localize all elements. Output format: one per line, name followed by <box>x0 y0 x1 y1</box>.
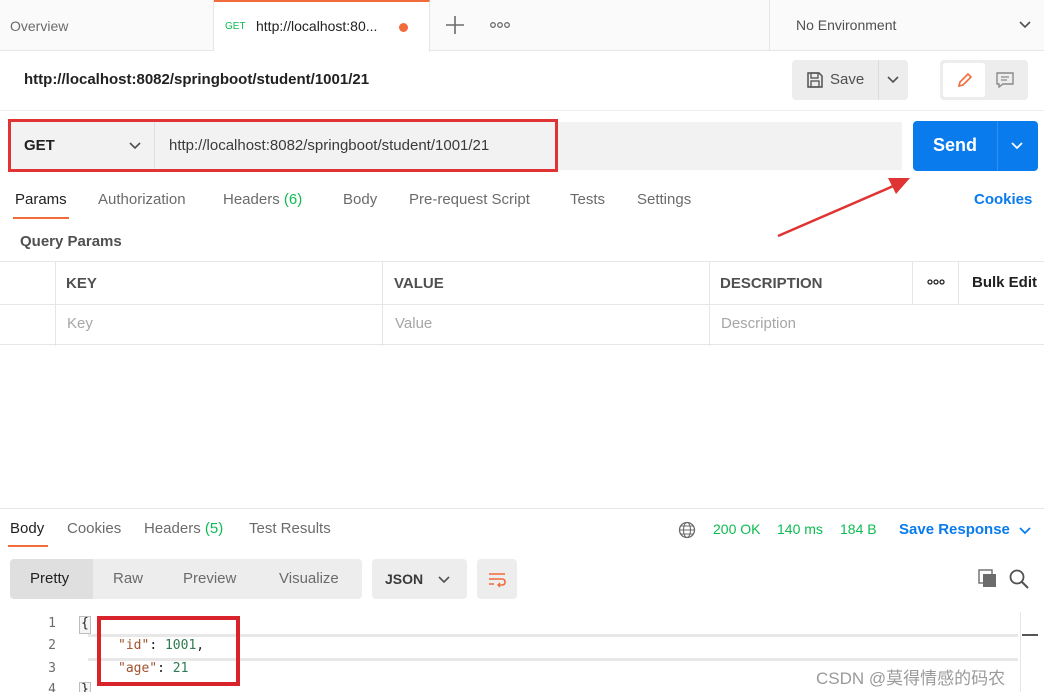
headers-count: (6) <box>283 191 303 208</box>
response-tab-body[interactable]: Body <box>10 520 44 537</box>
tab-active-request[interactable]: GET http://localhost:80... <box>214 0 430 52</box>
send-label: Send <box>933 135 978 155</box>
view-pretty-label: Pretty <box>30 570 70 587</box>
column-header-value: VALUE <box>394 275 444 292</box>
response-time: 140 ms <box>777 521 823 537</box>
bulk-edit-button[interactable]: Bulk Edit <box>972 274 1037 291</box>
view-preview-button[interactable]: Preview <box>183 570 236 587</box>
response-tab-headers-label: Headers <box>144 520 201 537</box>
scrollbar-marker <box>1022 634 1038 636</box>
save-response-button[interactable]: Save Response <box>899 521 1010 538</box>
annotation-highlight-box <box>97 616 240 686</box>
query-params-title: Query Params <box>20 233 122 250</box>
send-divider <box>997 121 998 171</box>
save-button[interactable]: Save <box>792 60 908 100</box>
tab-method-label: GET <box>225 21 246 32</box>
tab-authorization[interactable]: Authorization <box>98 191 186 208</box>
params-header-row <box>0 262 1044 305</box>
unsaved-indicator-icon <box>399 23 408 32</box>
chevron-down-icon <box>438 576 450 584</box>
view-visualize-button[interactable]: Visualize <box>279 570 339 587</box>
annotation-highlight-box <box>8 119 558 172</box>
tab-body[interactable]: Body <box>343 191 377 208</box>
format-label: JSON <box>385 571 424 587</box>
response-headers-count: (5) <box>204 520 224 537</box>
line-number: 2 <box>48 638 56 653</box>
brace-match: { <box>79 616 91 634</box>
value-input[interactable]: Value <box>395 315 432 332</box>
active-tab-indicator <box>8 545 48 547</box>
tab-options-button[interactable] <box>488 14 512 36</box>
chevron-down-icon[interactable] <box>1010 139 1024 153</box>
view-mode-group: Pretty Raw Preview Visualize <box>10 559 362 599</box>
line-number: 3 <box>48 661 56 676</box>
tab-headers-label: Headers <box>223 191 280 208</box>
line-number: 1 <box>48 616 56 631</box>
send-button[interactable]: Send <box>913 121 1038 171</box>
divider <box>0 110 1044 111</box>
chevron-down-icon[interactable] <box>1018 524 1032 538</box>
tab-overview[interactable]: Overview <box>0 0 214 51</box>
active-tab-indicator <box>13 217 69 219</box>
save-icon <box>807 72 823 88</box>
wrap-lines-icon <box>489 573 506 588</box>
json-close-brace: } <box>81 682 89 692</box>
response-tab-test-results[interactable]: Test Results <box>249 520 331 537</box>
tab-pre-request-script[interactable]: Pre-request Script <box>409 191 530 208</box>
column-divider <box>958 262 959 304</box>
tab-tests[interactable]: Tests <box>570 191 605 208</box>
column-divider <box>912 262 913 304</box>
save-label: Save <box>830 71 865 88</box>
comment-icon[interactable] <box>995 71 1015 89</box>
chevron-down-icon[interactable] <box>886 73 900 87</box>
response-tab-cookies[interactable]: Cookies <box>67 520 121 537</box>
tab-overview-label: Overview <box>10 18 69 34</box>
params-table: KEY VALUE DESCRIPTION Bulk Edit Key Valu… <box>0 261 1044 346</box>
wrap-lines-button[interactable] <box>477 559 517 599</box>
line-number: 4 <box>48 682 56 692</box>
tab-headers[interactable]: Headers (6) <box>223 191 302 208</box>
tab-settings[interactable]: Settings <box>637 191 691 208</box>
response-divider <box>0 508 1044 509</box>
status-code: 200 OK <box>713 521 761 537</box>
view-pretty-button[interactable]: Pretty <box>10 559 93 599</box>
column-divider <box>382 262 383 346</box>
more-horizontal-icon <box>490 22 510 28</box>
view-mode-toggle <box>940 60 1028 100</box>
tab-url-label: http://localhost:80... <box>256 18 378 34</box>
more-horizontal-icon[interactable] <box>926 276 946 288</box>
json-open-brace: { <box>81 616 89 631</box>
key-input[interactable]: Key <box>67 315 93 332</box>
save-divider <box>878 60 879 100</box>
view-raw-button[interactable]: Raw <box>113 570 143 587</box>
format-select[interactable]: JSON <box>372 559 467 599</box>
description-input[interactable]: Description <box>721 315 796 332</box>
environment-select[interactable]: No Environment <box>769 0 1044 51</box>
column-divider <box>55 262 56 346</box>
column-divider <box>709 262 710 346</box>
watermark: CSDN @莫得情感的码农 <box>816 669 1006 688</box>
request-title: http://localhost:8082/springboot/student… <box>24 71 370 88</box>
new-tab-button[interactable] <box>444 14 466 36</box>
chevron-down-icon <box>1019 21 1031 29</box>
column-header-key: KEY <box>66 275 97 292</box>
copy-icon[interactable] <box>977 568 999 590</box>
pencil-icon <box>957 72 973 88</box>
search-icon[interactable] <box>1008 568 1030 590</box>
annotation-arrow-icon <box>777 178 910 238</box>
editor-scrollbar[interactable] <box>1020 612 1039 692</box>
environment-label: No Environment <box>796 17 897 33</box>
response-size: 184 B <box>840 521 877 537</box>
cookies-link[interactable]: Cookies <box>974 191 1032 208</box>
column-header-description: DESCRIPTION <box>720 275 823 292</box>
globe-icon[interactable] <box>678 521 696 539</box>
edit-mode-button[interactable] <box>943 63 985 97</box>
tab-params[interactable]: Params <box>15 191 67 208</box>
brace-match: } <box>79 682 91 692</box>
plus-icon <box>446 16 464 34</box>
response-tab-headers[interactable]: Headers (5) <box>144 520 223 537</box>
